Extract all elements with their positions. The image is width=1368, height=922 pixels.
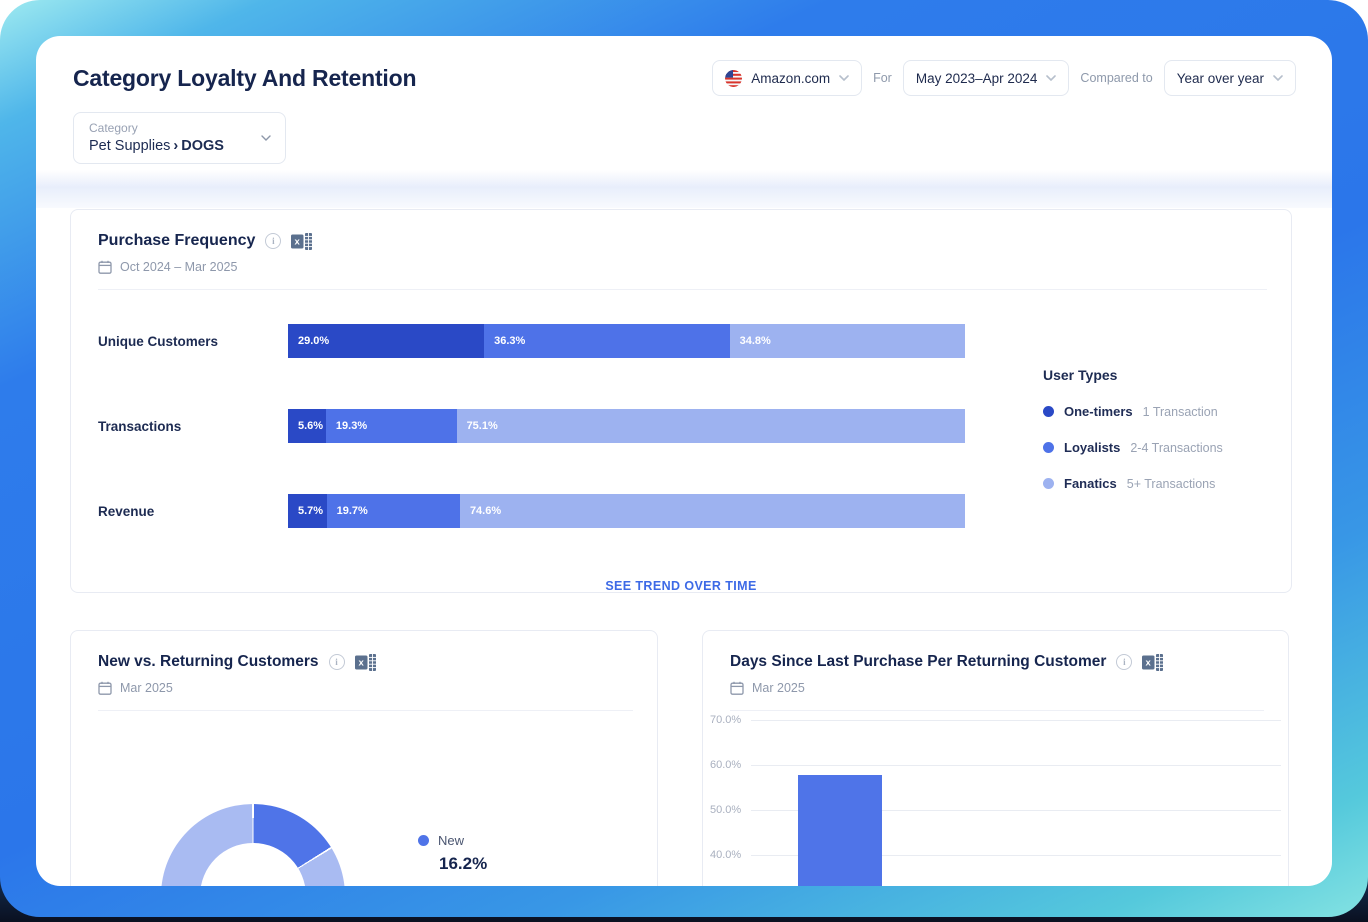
category-filter-value: Pet Supplies›DOGS <box>89 138 271 154</box>
calendar-icon <box>730 681 744 695</box>
stacked-bar-row: Unique Customers29.0%36.3%34.8% <box>98 324 1291 358</box>
bar-segment: 74.6% <box>460 494 965 528</box>
divider <box>98 710 633 711</box>
calendar-icon <box>98 260 112 274</box>
legend-label: New <box>438 833 464 848</box>
donut-chart <box>161 804 345 886</box>
bar-segment: 29.0% <box>288 324 484 358</box>
page-header: Category Loyalty And Retention <box>36 36 1332 153</box>
chevron-down-icon <box>839 75 849 81</box>
row-label: Transactions <box>98 419 288 434</box>
legend-title: User Types <box>1043 367 1223 383</box>
info-icon[interactable]: i <box>265 233 281 249</box>
purchase-frequency-card: Purchase Frequency i x <box>70 209 1292 593</box>
compared-to-label: Compared to <box>1078 71 1154 85</box>
bar-segment: 5.7% <box>288 494 327 528</box>
comparison-select[interactable]: Year over year <box>1164 60 1296 96</box>
card-title: Days Since Last Purchase Per Returning C… <box>730 653 1106 671</box>
y-tick-label: 50.0% <box>710 804 750 816</box>
bar-segment: 19.7% <box>327 494 460 528</box>
excel-export-icon[interactable]: x <box>291 233 312 250</box>
card-date: Mar 2025 <box>120 681 173 695</box>
new-vs-returning-card: New vs. Returning Customers i x <box>70 630 658 886</box>
site-select-value: Amazon.com <box>751 71 830 86</box>
dashboard-window: Category Loyalty And Retention <box>36 36 1332 886</box>
card-date: Mar 2025 <box>752 681 805 695</box>
gridline <box>751 765 1281 766</box>
stacked-bar-row: Revenue5.7%19.7%74.6% <box>98 494 1291 528</box>
bar-segment: 36.3% <box>484 324 730 358</box>
us-flag-icon <box>725 70 742 87</box>
bar-segment: 34.8% <box>730 324 965 358</box>
y-tick-label: 70.0% <box>710 714 750 726</box>
bar <box>798 775 882 886</box>
legend-dot <box>1043 442 1054 453</box>
bar-segment: 75.1% <box>457 409 965 443</box>
info-icon[interactable]: i <box>1116 654 1132 670</box>
svg-text:x: x <box>358 657 364 668</box>
excel-export-icon[interactable]: x <box>355 654 376 671</box>
days-since-purchase-card: Days Since Last Purchase Per Returning C… <box>702 630 1289 886</box>
comparison-value: Year over year <box>1177 71 1264 86</box>
bar-segment: 19.3% <box>326 409 457 443</box>
legend-dot <box>1043 478 1054 489</box>
y-tick-label: 60.0% <box>710 759 750 771</box>
global-filters: Amazon.com For May 2023–Apr 2024 Compare… <box>712 60 1296 96</box>
category-filter-label: Category <box>89 121 271 135</box>
chevron-down-icon <box>261 135 271 141</box>
row-label: Revenue <box>98 504 288 519</box>
row-label: Unique Customers <box>98 334 288 349</box>
see-trend-link[interactable]: SEE TREND OVER TIME <box>71 579 1291 593</box>
bar-chart: 70.0% 60.0% 50.0% 40.0% <box>703 708 1288 886</box>
date-range-select[interactable]: May 2023–Apr 2024 <box>903 60 1070 96</box>
stacked-bar: 29.0%36.3%34.8% <box>288 324 965 358</box>
user-types-legend: User Types One-timers 1 Transaction Loya… <box>1043 367 1223 491</box>
legend-value: 16.2% <box>439 854 487 874</box>
gridline <box>751 720 1281 721</box>
header-divider-band <box>36 170 1332 208</box>
bar-segment: 5.6% <box>288 409 326 443</box>
info-icon[interactable]: i <box>329 654 345 670</box>
legend-dot <box>418 835 429 846</box>
for-label: For <box>871 71 894 85</box>
stacked-bar: 5.6%19.3%75.1% <box>288 409 965 443</box>
y-tick-label: 40.0% <box>710 849 750 861</box>
chevron-down-icon <box>1046 75 1056 81</box>
card-title: New vs. Returning Customers <box>98 653 319 671</box>
legend-item: One-timers 1 Transaction <box>1043 404 1223 419</box>
date-range-value: May 2023–Apr 2024 <box>916 71 1038 86</box>
donut-legend: New 16.2% <box>418 833 487 874</box>
site-select[interactable]: Amazon.com <box>712 60 862 96</box>
legend-dot <box>1043 406 1054 417</box>
svg-text:x: x <box>1146 657 1152 668</box>
chevron-down-icon <box>1273 75 1283 81</box>
card-date-range: Oct 2024 – Mar 2025 <box>120 260 237 274</box>
page-title: Category Loyalty And Retention <box>73 63 416 93</box>
card-title: Purchase Frequency <box>98 232 255 250</box>
legend-item: Loyalists 2-4 Transactions <box>1043 440 1223 455</box>
svg-text:x: x <box>295 236 301 247</box>
legend-item: Fanatics 5+ Transactions <box>1043 476 1223 491</box>
category-filter[interactable]: Category Pet Supplies›DOGS <box>73 112 286 164</box>
stacked-bar: 5.7%19.7%74.6% <box>288 494 965 528</box>
calendar-icon <box>98 681 112 695</box>
excel-export-icon[interactable]: x <box>1142 654 1163 671</box>
